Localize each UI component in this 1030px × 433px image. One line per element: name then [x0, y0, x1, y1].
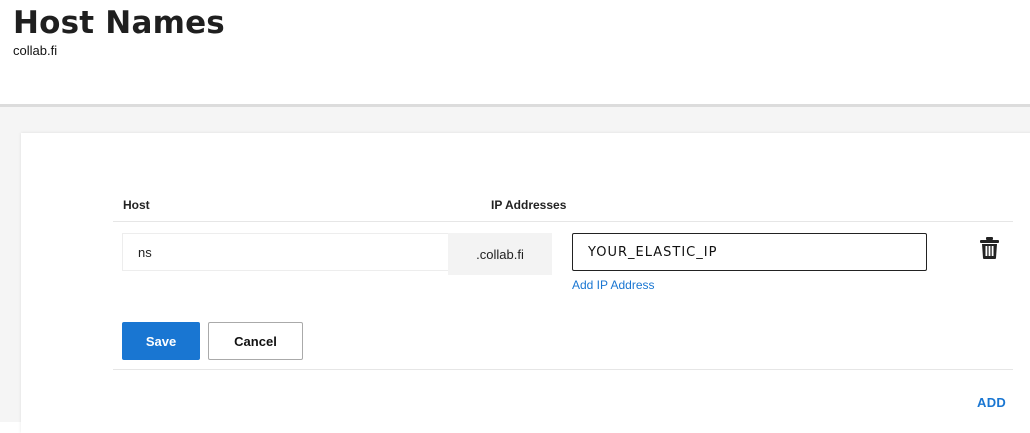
host-input[interactable]: ns — [122, 233, 448, 271]
row-divider — [113, 369, 1013, 370]
ip-address-input[interactable]: YOUR_ELASTIC_IP — [572, 233, 927, 271]
ip-addresses-column-header: IP Addresses — [491, 198, 567, 212]
page-title: Host Names — [13, 5, 225, 41]
save-button[interactable]: Save — [122, 322, 200, 360]
host-names-card — [21, 133, 1030, 433]
host-input-value: ns — [138, 244, 152, 260]
host-column-header: Host — [123, 198, 150, 212]
page-header: Host Names collab.fi — [0, 0, 1030, 104]
cancel-button[interactable]: Cancel — [208, 322, 303, 360]
domain-subtitle: collab.fi — [13, 43, 58, 58]
header-row-divider — [113, 221, 1013, 222]
add-ip-address-link[interactable]: Add IP Address — [572, 278, 655, 292]
trash-icon[interactable] — [980, 237, 999, 259]
domain-suffix: .collab.fi — [448, 233, 552, 275]
ip-address-value: YOUR_ELASTIC_IP — [588, 244, 718, 260]
add-host-button[interactable]: ADD — [977, 395, 1006, 410]
